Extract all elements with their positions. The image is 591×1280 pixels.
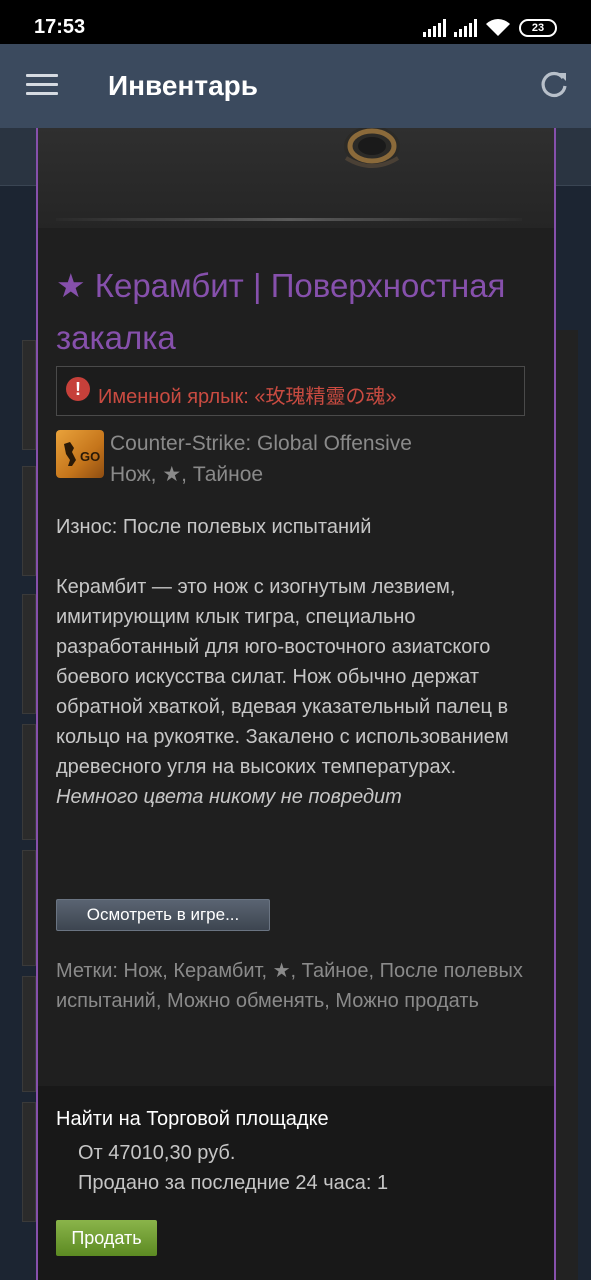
csgo-game-icon: GO (56, 430, 104, 478)
description-italic: Немного цвета никому не повредит (56, 786, 402, 808)
description-text: Керамбит — это нож с изогнутым лезвием, … (56, 576, 509, 778)
wifi-icon (486, 19, 510, 36)
status-time: 17:53 (34, 16, 86, 38)
game-name: Counter-Strike: Global Offensive (110, 432, 412, 455)
nametag-text: Именной ярлык: «玫瑰精靈の魂» (98, 386, 397, 408)
background-item (22, 1102, 36, 1222)
background-item (22, 466, 36, 576)
background-item (22, 340, 36, 450)
background-item (22, 724, 36, 840)
nametag-notice: ! Именной ярлык: «玫瑰精靈の魂» (56, 366, 525, 416)
market-section: Найти на Торговой площадке От 47010,30 р… (38, 1086, 554, 1280)
hamburger-menu-icon[interactable] (26, 74, 58, 96)
sell-button[interactable]: Продать (56, 1220, 157, 1256)
item-wear: Износ: После полевых испытаний (56, 516, 372, 538)
item-detail-modal: ★ Керамбит | Поверхностная закалка ! Име… (36, 128, 556, 1280)
signal-icon (423, 19, 446, 37)
item-image-area (38, 128, 554, 228)
svg-text:GO: GO (80, 449, 100, 464)
divider (56, 218, 522, 221)
item-tags: Метки: Нож, Керамбит, ★, Тайное, После п… (56, 960, 523, 1012)
status-icons: 23 (423, 17, 557, 39)
market-price: От 47010,30 руб. (78, 1142, 236, 1164)
background-item (22, 850, 36, 966)
inspect-in-game-button[interactable]: Осмотреть в игре... (56, 899, 270, 931)
knife-ring-image (344, 128, 400, 168)
app-header: Инвентарь (0, 44, 591, 128)
market-sold-count: Продано за последние 24 часа: 1 (78, 1172, 389, 1194)
warning-icon: ! (66, 377, 90, 401)
background-item (22, 594, 36, 714)
item-type: Нож, ★, Тайное (110, 463, 264, 486)
item-description: Керамбит — это нож с изогнутым лезвием, … (56, 572, 528, 812)
market-title[interactable]: Найти на Торговой площадке (56, 1108, 329, 1131)
item-name: ★ Керамбит | Поверхностная закалка (56, 267, 506, 356)
signal-icon (454, 19, 477, 37)
battery-icon: 23 (519, 19, 557, 37)
background-column (556, 330, 578, 1280)
refresh-icon[interactable] (539, 70, 569, 100)
background-item (22, 976, 36, 1092)
page-title: Инвентарь (108, 70, 258, 101)
